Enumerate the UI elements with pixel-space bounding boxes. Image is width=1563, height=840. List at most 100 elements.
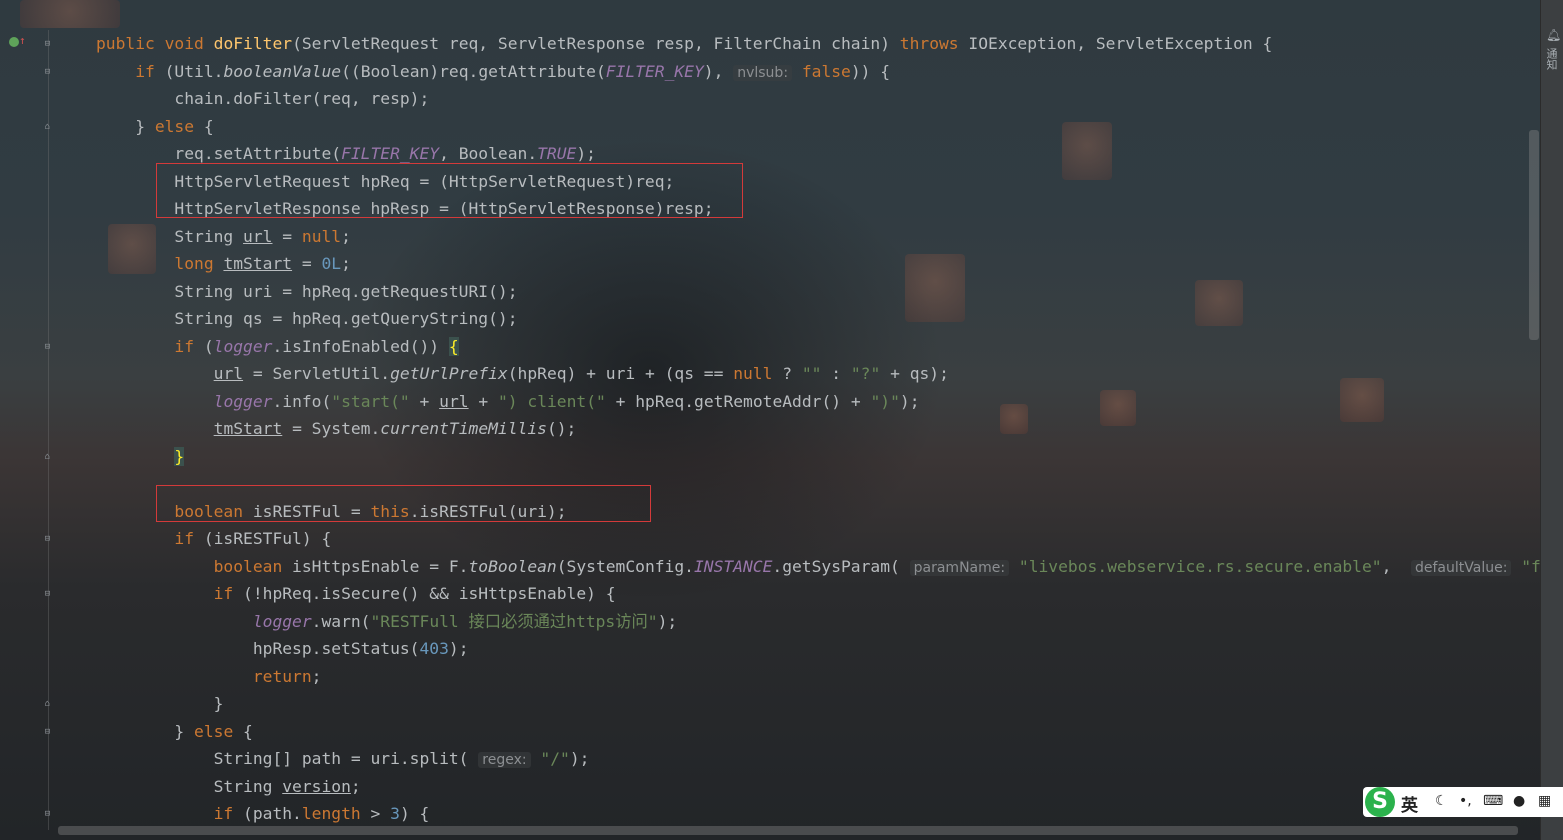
fold-collapse-icon[interactable]: ⊟ bbox=[43, 727, 52, 737]
vertical-scrollbar[interactable] bbox=[1529, 130, 1539, 340]
code-line[interactable]: tmStart = System.currentTimeMillis(); bbox=[96, 418, 577, 440]
code-token: ; bbox=[341, 226, 351, 246]
code-token: getUrlPrefix bbox=[390, 364, 508, 383]
code-token: } bbox=[96, 694, 224, 713]
code-token: > bbox=[360, 804, 391, 823]
code-line[interactable]: if (isRESTFul) { bbox=[96, 528, 331, 550]
code-token: hpResp.setStatus( bbox=[96, 639, 420, 658]
code-token: ; bbox=[311, 666, 322, 686]
code-token: ") client(" bbox=[497, 391, 606, 411]
code-token: else bbox=[194, 721, 234, 741]
code-token: return bbox=[96, 666, 312, 686]
code-token: throws bbox=[899, 34, 969, 53]
code-line[interactable]: long tmStart = 0L; bbox=[96, 253, 351, 275]
code-token: "" bbox=[801, 364, 822, 383]
code-token: tmStart bbox=[223, 254, 293, 273]
code-token: if bbox=[96, 584, 244, 603]
code-token: = System. bbox=[282, 419, 381, 438]
code-line[interactable]: public void doFilter(ServletRequest req,… bbox=[96, 33, 1272, 55]
code-line[interactable]: logger.warn("RESTFull 接口必须通过https访问"); bbox=[96, 611, 677, 633]
code-line[interactable]: req.setAttribute(FILTER_KEY, Boolean.TRU… bbox=[96, 143, 596, 165]
code-token: url bbox=[213, 364, 244, 383]
fold-end-icon[interactable]: ⌂ bbox=[43, 700, 52, 709]
grid-icon[interactable]: ▦ bbox=[1538, 793, 1551, 809]
code-line[interactable]: return; bbox=[96, 666, 322, 688]
code-line[interactable]: if (logger.isInfoEnabled()) { bbox=[96, 336, 459, 358]
code-token: "RESTFull 接口必须通过https访问" bbox=[370, 611, 658, 631]
code-token: logger bbox=[213, 336, 273, 356]
run-gutter-icon[interactable] bbox=[9, 37, 19, 47]
code-token: FILTER_KEY bbox=[341, 144, 440, 163]
code-line[interactable]: boolean isHttpsEnable = F.toBoolean(Syst… bbox=[96, 556, 1541, 578]
code-line[interactable]: String uri = hpReq.getRequestURI(); bbox=[96, 281, 517, 303]
code-token: false bbox=[792, 61, 851, 81]
code-token: : bbox=[821, 364, 851, 383]
punctuation-icon[interactable]: •, bbox=[1459, 793, 1472, 809]
code-line[interactable]: String qs = hpReq.getQueryString(); bbox=[96, 308, 517, 330]
code-token: ((Boolean)req.getAttribute( bbox=[341, 61, 606, 81]
code-token: (hpReq) + uri + (qs == bbox=[507, 364, 734, 383]
code-token: "livebos.webservice.rs.secure.enable" bbox=[1009, 556, 1382, 576]
code-line[interactable]: if (!hpReq.isSecure() && isHttpsEnable) … bbox=[96, 583, 616, 605]
right-tool-panel bbox=[1540, 0, 1563, 840]
code-token: (isRESTFul) { bbox=[203, 529, 332, 548]
fold-end-icon[interactable]: ⌂ bbox=[43, 452, 52, 462]
code-line[interactable]: } else { bbox=[96, 116, 214, 138]
code-line[interactable]: if (Util.booleanValue((Boolean)req.getAt… bbox=[96, 61, 890, 83]
moon-icon[interactable]: ☾ bbox=[1435, 793, 1448, 809]
code-token: + bbox=[468, 391, 498, 411]
code-line[interactable]: } bbox=[96, 446, 185, 468]
fold-collapse-icon[interactable]: ⊟ bbox=[43, 810, 52, 819]
gutter-separator bbox=[48, 30, 49, 830]
code-line[interactable]: logger.info("start(" + url + ") client("… bbox=[96, 391, 920, 413]
highlight-box-cast-lines bbox=[156, 163, 743, 218]
code-token: url bbox=[439, 391, 469, 411]
code-editor[interactable]: ↑ public void doFilter(ServletRequest re… bbox=[0, 0, 1541, 840]
code-token: (path. bbox=[243, 804, 302, 823]
code-token: (!hpReq.isSecure() && isHttpsEnable) { bbox=[243, 584, 616, 603]
code-token: ), bbox=[703, 61, 734, 81]
code-token: req.setAttribute( bbox=[96, 144, 342, 163]
fold-collapse-icon[interactable]: ⊟ bbox=[43, 67, 52, 77]
fold-collapse-icon[interactable]: ⊟ bbox=[43, 535, 52, 544]
override-arrow-icon[interactable]: ↑ bbox=[19, 35, 26, 46]
keyboard-icon[interactable]: ⌨ bbox=[1483, 793, 1503, 809]
code-token: public bbox=[96, 34, 165, 53]
fold-collapse-icon[interactable]: ⊟ bbox=[43, 40, 52, 49]
code-line[interactable]: String[] path = uri.split( regex: "/"); bbox=[96, 748, 589, 770]
code-token: String[] path = uri.split( bbox=[96, 749, 479, 768]
code-line[interactable]: } bbox=[96, 693, 224, 715]
bell-icon[interactable]: 🔔︎ bbox=[1546, 28, 1561, 42]
fold-end-icon[interactable]: ⌂ bbox=[43, 122, 52, 132]
ime-logo-icon[interactable]: S bbox=[1365, 787, 1395, 817]
horizontal-scrollbar[interactable] bbox=[58, 826, 1518, 835]
code-token: )) bbox=[850, 61, 871, 81]
notifications-tab[interactable]: 通知 bbox=[1545, 48, 1559, 70]
code-token: .warn( bbox=[311, 611, 371, 631]
code-token: url bbox=[243, 226, 273, 246]
code-line[interactable]: String version; bbox=[96, 776, 361, 798]
code-token: + hpReq.getRemoteAddr() + bbox=[605, 391, 871, 411]
code-line[interactable]: chain.doFilter(req, resp); bbox=[96, 88, 429, 110]
code-token: long bbox=[96, 254, 224, 273]
fold-collapse-icon[interactable]: ⊟ bbox=[43, 590, 52, 599]
code-token: { bbox=[194, 116, 214, 136]
ime-language-toggle[interactable]: 英 bbox=[1401, 791, 1418, 816]
code-line[interactable]: String url = null; bbox=[96, 226, 351, 248]
code-line[interactable]: hpResp.setStatus(403); bbox=[96, 638, 469, 660]
code-token: FILTER_KEY bbox=[605, 61, 704, 81]
code-token: null bbox=[733, 364, 773, 383]
code-token: } bbox=[174, 446, 185, 466]
code-token: + qs); bbox=[880, 364, 949, 383]
code-line[interactable]: } else { bbox=[96, 721, 252, 743]
code-token: IOException, ServletException { bbox=[968, 34, 1273, 53]
code-token: if bbox=[96, 804, 244, 823]
code-token: ; bbox=[350, 776, 361, 796]
fold-collapse-icon[interactable]: ⊟ bbox=[43, 342, 52, 352]
code-token: length bbox=[301, 804, 361, 823]
code-line[interactable]: url = ServletUtil.getUrlPrefix(hpReq) + … bbox=[96, 363, 949, 385]
user-icon[interactable]: ● bbox=[1513, 793, 1525, 809]
code-line[interactable]: if (path.length > 3) { bbox=[96, 803, 430, 825]
code-token: if bbox=[96, 61, 165, 81]
code-token: = bbox=[292, 254, 322, 273]
